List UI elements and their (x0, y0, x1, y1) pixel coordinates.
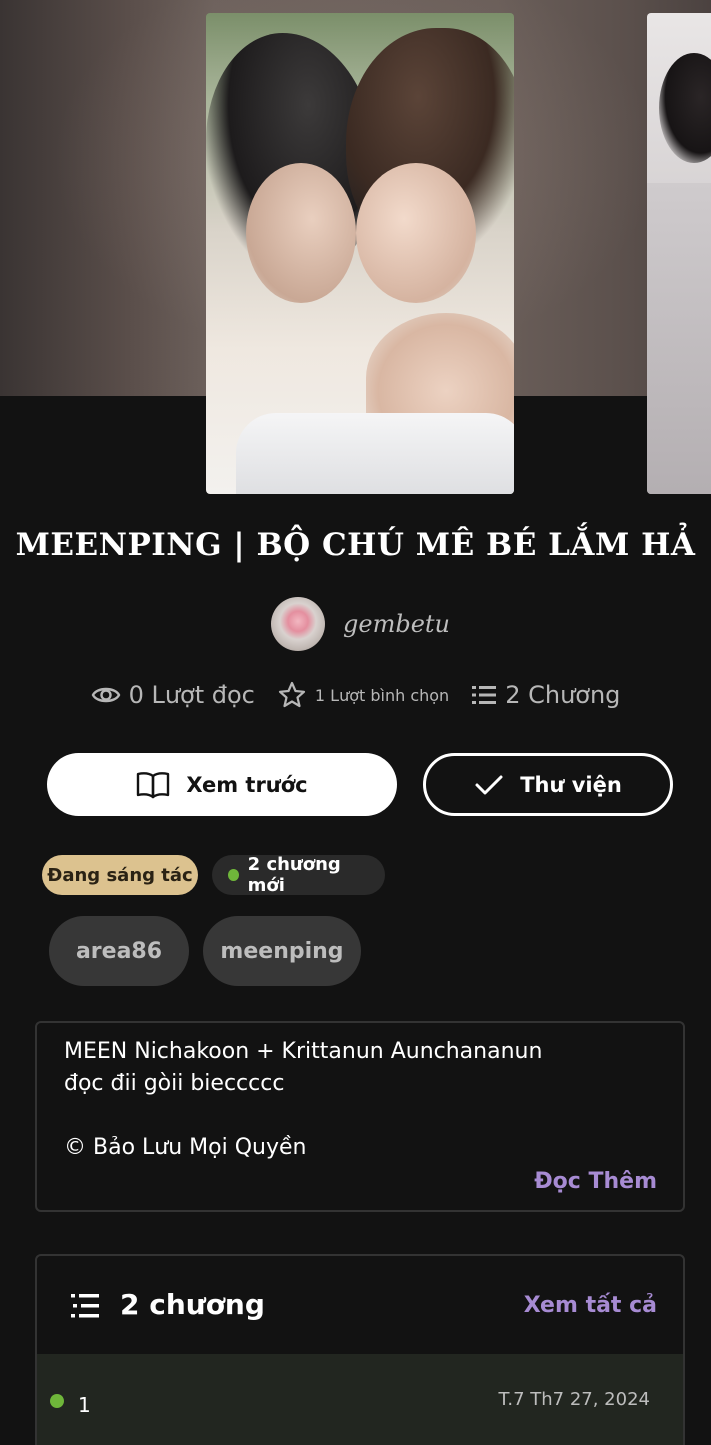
next-story-cover[interactable] (647, 13, 711, 494)
new-chapters-badge: 2 chương mới (212, 854, 385, 896)
chapter-number: 1 (78, 1393, 91, 1417)
preview-button[interactable]: Xem trước (47, 753, 397, 816)
eye-icon (91, 687, 120, 703)
side-cover-figure (659, 53, 711, 163)
chapter-list-header: 2 chương Xem tất cả (37, 1256, 683, 1354)
chapter-row[interactable]: 1 T.7 Th7 27, 2024 (37, 1354, 683, 1445)
votes-stat: 1 Lượt bình chọn (277, 680, 449, 710)
author-link[interactable]: gembetu (271, 597, 450, 651)
new-dot-icon (228, 869, 239, 881)
view-all-link[interactable]: Xem tất cả (524, 1293, 657, 1318)
story-stats: 0 Lượt đọc 1 Lượt bình chọn 2 Chương (0, 680, 711, 710)
cover-face-left (246, 163, 356, 303)
description-box: MEEN Nichakoon + Krittanun Aunchananun đ… (35, 1021, 685, 1212)
library-button[interactable]: Thư viện (423, 753, 673, 816)
author-name: gembetu (343, 610, 450, 638)
tag-area86[interactable]: area86 (49, 916, 189, 986)
votes-count: 1 Lượt bình chọn (314, 685, 450, 705)
library-label: Thư viện (520, 772, 622, 797)
book-open-icon (137, 771, 170, 798)
description-line: MEEN Nichakoon + Krittanun Aunchananun (64, 1039, 543, 1064)
tag-meenping[interactable]: meenping (203, 916, 361, 986)
list-icon (472, 686, 497, 704)
list-icon (71, 1294, 99, 1318)
check-icon (475, 775, 503, 794)
cover-pillow (236, 413, 514, 494)
preview-label: Xem trước (186, 772, 308, 797)
cover-face-right (356, 163, 476, 303)
reads-count: 0 Lượt đọc (128, 681, 255, 709)
chapter-list: 2 chương Xem tất cả 1 T.7 Th7 27, 2024 (35, 1254, 685, 1445)
description-line: đọc đii gòii bieccccc (64, 1071, 285, 1096)
tag-label: area86 (75, 938, 163, 964)
star-icon (278, 681, 305, 708)
chapters-count: 2 Chương (505, 681, 621, 709)
chapter-date: T.7 Th7 27, 2024 (498, 1389, 651, 1410)
status-label: Đang sáng tác (47, 864, 193, 886)
status-badge: Đang sáng tác (42, 855, 198, 895)
chapter-count: 2 chương (120, 1288, 265, 1321)
side-cover-suit (647, 183, 711, 494)
reads-stat: 0 Lượt đọc (91, 681, 255, 709)
read-more-link[interactable]: Đọc Thêm (534, 1169, 657, 1194)
chapters-stat: 2 Chương (471, 681, 620, 709)
new-dot-icon (50, 1394, 64, 1408)
new-chapters-label: 2 chương mới (247, 854, 341, 896)
story-cover[interactable] (206, 13, 514, 494)
story-title: MEENPING | BỘ CHÚ MÊ BÉ LẮM HẢ (15, 527, 696, 563)
tag-label: meenping (220, 938, 344, 964)
description-line: © Bảo Lưu Mọi Quyền (64, 1135, 307, 1160)
avatar (271, 597, 325, 651)
